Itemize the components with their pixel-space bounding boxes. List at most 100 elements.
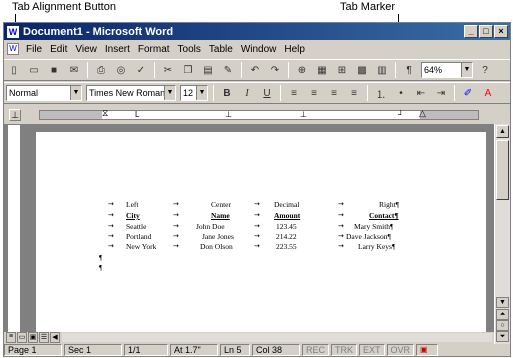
normal-view-icon[interactable]: ≡ <box>6 332 16 343</box>
insert-excel-icon[interactable]: ▩ <box>354 62 370 78</box>
previous-page-icon[interactable]: ⏶ <box>496 309 509 320</box>
menu-insert[interactable]: Insert <box>101 44 134 55</box>
chevron-down-icon[interactable]: ▼ <box>196 86 207 100</box>
status-trk[interactable]: TRK <box>331 344 358 356</box>
tab-arrow-icon: → <box>173 200 179 208</box>
vertical-scrollbar[interactable]: ▲ ▼ ⏶ ○ ⏷ <box>494 124 510 344</box>
menu-help[interactable]: Help <box>280 44 309 55</box>
document-area[interactable]: → Left → Center → Decimal → Right¶ → Cit… <box>4 124 510 344</box>
status-ext[interactable]: EXT <box>359 344 385 356</box>
right-tab-marker[interactable]: ┘ <box>398 110 404 119</box>
tab-arrow-icon: → <box>173 222 179 230</box>
help-icon[interactable]: ? <box>477 62 493 78</box>
bullets-icon[interactable]: • <box>393 85 409 101</box>
align-right-icon[interactable]: ≡ <box>326 85 342 101</box>
status-ovr[interactable]: OVR <box>386 344 415 356</box>
next-page-icon[interactable]: ⏷ <box>496 331 509 342</box>
horizontal-ruler[interactable]: ⊥ ⧖ L ⊥ ⊥ ┘ △ <box>4 107 510 123</box>
zoom-select[interactable]: 64% ▼ <box>421 62 473 78</box>
close-button[interactable]: × <box>494 25 508 38</box>
menu-window[interactable]: Window <box>237 44 281 55</box>
document-page[interactable]: → Left → Center → Decimal → Right¶ → Cit… <box>36 132 486 344</box>
tab-alignment-button[interactable]: ⊥ <box>9 109 21 121</box>
standard-toolbar: ▯ ▭ ■ ✉ ⎙ ◎ ✓ ✂ ❐ ▤ ✎ ↶ ↷ ⊕ ▦ ⊞ ▩ ▥ ¶ 64… <box>4 59 510 81</box>
menu-table[interactable]: Table <box>205 44 237 55</box>
undo-icon[interactable]: ↶ <box>247 62 263 78</box>
paste-icon[interactable]: ▤ <box>200 62 216 78</box>
separator <box>288 62 289 78</box>
menu-tools[interactable]: Tools <box>174 44 205 55</box>
spelling-icon[interactable]: ✓ <box>133 62 149 78</box>
redo-icon[interactable]: ↷ <box>267 62 283 78</box>
tab-arrow-icon: → <box>173 211 179 219</box>
show-hide-icon[interactable]: ¶ <box>401 62 417 78</box>
status-rec[interactable]: REC <box>302 344 330 356</box>
new-document-icon[interactable]: ▯ <box>6 62 22 78</box>
email-icon[interactable]: ✉ <box>66 62 82 78</box>
print-layout-icon[interactable]: ▣ <box>28 332 38 343</box>
style-value: Normal <box>9 88 39 98</box>
left-tab-marker[interactable]: L <box>135 110 139 119</box>
bold-icon[interactable]: B <box>219 85 235 101</box>
insert-table-icon[interactable]: ⊞ <box>334 62 350 78</box>
document-icon[interactable]: W <box>7 43 19 55</box>
decimal-tab-marker[interactable]: ⊥ <box>300 110 307 119</box>
outline-view-icon[interactable]: ☰ <box>39 332 49 343</box>
align-center-icon[interactable]: ≡ <box>306 85 322 101</box>
scroll-up-icon[interactable]: ▲ <box>496 125 509 138</box>
status-page: Page 1 <box>4 344 62 356</box>
tables-borders-icon[interactable]: ▦ <box>314 62 330 78</box>
ruler-track[interactable]: ⧖ L ⊥ ⊥ ┘ △ <box>39 108 479 120</box>
decrease-indent-icon[interactable]: ⇤ <box>413 85 429 101</box>
separator <box>454 85 455 101</box>
justify-icon[interactable]: ≡ <box>346 85 362 101</box>
increase-indent-icon[interactable]: ⇥ <box>433 85 449 101</box>
cut-icon[interactable]: ✂ <box>160 62 176 78</box>
maximize-button[interactable]: □ <box>479 25 493 38</box>
style-select[interactable]: Normal ▼ <box>6 85 82 101</box>
hyperlink-icon[interactable]: ⊕ <box>294 62 310 78</box>
menu-file[interactable]: File <box>22 44 46 55</box>
font-size-value: 12 <box>183 88 194 98</box>
select-browse-object-icon[interactable]: ○ <box>496 320 509 331</box>
align-left-icon[interactable]: ≡ <box>286 85 302 101</box>
chevron-down-icon[interactable]: ▼ <box>70 86 81 100</box>
menu-edit[interactable]: Edit <box>46 44 71 55</box>
open-folder-icon[interactable]: ▭ <box>26 62 42 78</box>
hscroll-track[interactable] <box>62 333 492 342</box>
underline-icon[interactable]: U <box>259 85 275 101</box>
italic-icon[interactable]: I <box>239 85 255 101</box>
web-layout-icon[interactable]: ▭ <box>17 332 27 343</box>
center-tab-marker[interactable]: ⊥ <box>225 110 232 119</box>
columns-icon[interactable]: ▥ <box>374 62 390 78</box>
copy-icon[interactable]: ❐ <box>180 62 196 78</box>
font-size-select[interactable]: 12 ▼ <box>180 85 208 101</box>
font-select[interactable]: Times New Roman ▼ <box>86 85 176 101</box>
print-icon[interactable]: ⎙ <box>93 62 109 78</box>
save-icon[interactable]: ■ <box>46 62 62 78</box>
right-indent-marker[interactable]: △ <box>419 108 426 119</box>
subheader-city: City <box>126 211 140 220</box>
menu-format[interactable]: Format <box>134 44 174 55</box>
scroll-down-icon[interactable]: ▼ <box>496 297 509 308</box>
title-bar: W Document1 - Microsoft Word _ □ × <box>4 23 510 40</box>
row1-city: Seattle <box>126 222 147 231</box>
scroll-thumb[interactable] <box>496 140 509 200</box>
chevron-down-icon[interactable]: ▼ <box>164 86 175 100</box>
tab-arrow-icon: → <box>338 232 344 240</box>
print-preview-icon[interactable]: ◎ <box>113 62 129 78</box>
format-painter-icon[interactable]: ✎ <box>220 62 236 78</box>
spelling-status-icon[interactable]: ▣ <box>416 344 439 356</box>
font-color-icon[interactable]: A <box>480 85 496 101</box>
menu-view[interactable]: View <box>71 44 101 55</box>
vertical-ruler[interactable] <box>7 124 21 336</box>
chevron-down-icon[interactable]: ▼ <box>461 63 472 77</box>
numbering-icon[interactable]: ⒈ <box>373 85 389 101</box>
menu-bar: W File Edit View Insert Format Tools Tab… <box>4 41 510 57</box>
tab-arrow-icon: → <box>108 211 114 219</box>
highlight-icon[interactable]: ✐ <box>460 85 476 101</box>
scroll-left-icon[interactable]: ◀ <box>50 332 60 343</box>
status-bar: Page 1 Sec 1 1/1 At 1.7" Ln 5 Col 38 REC… <box>4 343 510 357</box>
minimize-button[interactable]: _ <box>464 25 478 38</box>
indent-marker[interactable]: ⧖ <box>102 108 108 119</box>
